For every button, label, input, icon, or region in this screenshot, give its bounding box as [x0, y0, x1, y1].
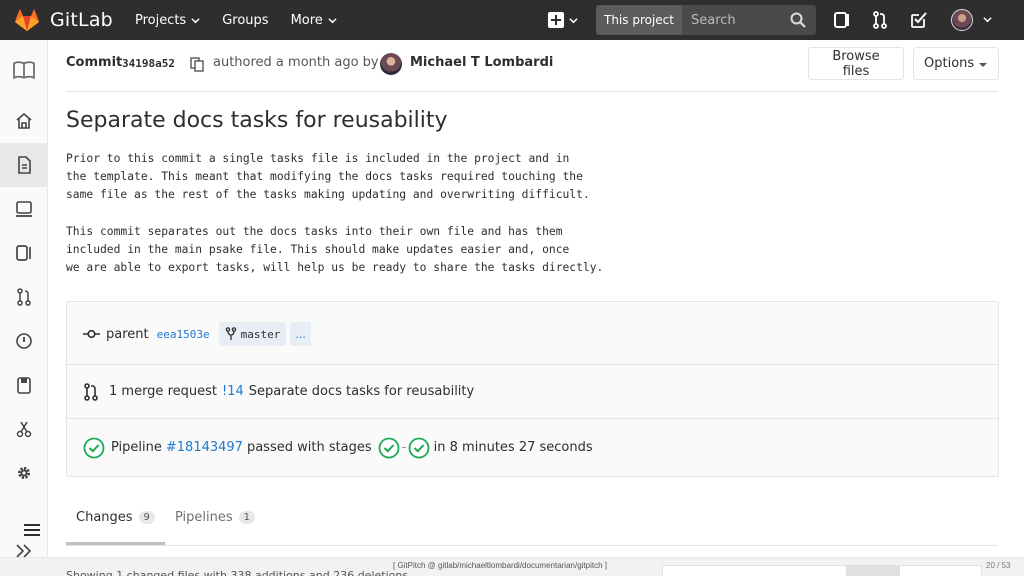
author-name[interactable]: Michael T Lombardi [410, 55, 553, 70]
options-label: Options [924, 56, 975, 71]
user-avatar[interactable] [951, 9, 973, 31]
footer-credit: [ GitPitch @ gitlab/michaeltlombardi/doc… [393, 561, 607, 570]
tab-changes-label: Changes [76, 510, 133, 525]
nav-projects-label: Projects [134, 12, 187, 28]
chevron-down-icon [328, 17, 337, 23]
issues-icon [16, 245, 31, 261]
diff-view-toggle[interactable] [662, 565, 982, 576]
pipeline-status-text: passed with stages [246, 440, 372, 455]
pipeline-label: Pipeline [111, 440, 162, 455]
pipeline-id-link[interactable]: #18143497 [166, 440, 243, 455]
changed-files-summary: Showing 1 changed files with 338 additio… [66, 569, 409, 576]
sidebar-item-snippets[interactable] [0, 407, 48, 451]
sidebar-item-settings[interactable] [0, 451, 48, 495]
chevron-down-icon [569, 17, 578, 23]
scissors-icon [16, 421, 32, 438]
merge-requests-icon[interactable] [870, 10, 890, 30]
gitlab-brand[interactable]: GitLab [14, 0, 113, 40]
hamburger-menu-icon[interactable] [24, 524, 40, 536]
parent-label: parent [106, 326, 149, 342]
sidebar-item-operations[interactable] [0, 363, 48, 407]
nav-more[interactable]: More [291, 13, 337, 28]
chevron-down-icon[interactable] [983, 15, 992, 24]
commit-info-box: parent eea1503e master ... 1 merge reque… [66, 301, 999, 477]
search-input[interactable] [690, 12, 796, 28]
commit-label: Commit [66, 55, 123, 70]
merge-request-icon [17, 288, 31, 306]
plus-icon [548, 12, 564, 28]
commit-node-icon [83, 329, 100, 339]
pipeline-row: Pipeline #18143497 passed with stages in… [67, 418, 998, 476]
sidebar-item-registry[interactable] [0, 187, 48, 231]
collapse-sidebar-icon[interactable] [16, 544, 32, 558]
nav-projects[interactable]: Projects [135, 13, 200, 28]
project-sidebar [0, 40, 48, 576]
top-navbar: GitLab Projects Groups More This project [0, 0, 1024, 40]
monitor-icon [16, 201, 32, 217]
tab-changes[interactable]: Changes 9 [76, 510, 155, 525]
nav-groups-label: Groups [222, 12, 269, 28]
tab-pipelines[interactable]: Pipelines 1 [175, 510, 256, 525]
branch-icon [225, 327, 236, 340]
stage-connector [401, 447, 406, 448]
tab-changes-count: 9 [138, 511, 155, 524]
stage-passed-icon[interactable] [378, 437, 400, 459]
tab-pipelines-label: Pipelines [175, 510, 233, 525]
brand-name: GitLab [50, 9, 113, 31]
nav-new-area [548, 0, 578, 40]
mr-ref-link[interactable]: !14 [222, 384, 244, 399]
diff-view-active-segment[interactable] [846, 566, 900, 576]
mr-count-text: 1 merge request [109, 384, 217, 399]
search-scope-badge[interactable]: This project [596, 5, 682, 35]
options-dropdown-button[interactable]: Options [913, 47, 999, 80]
sidebar-item-overview[interactable] [0, 99, 48, 143]
todos-icon[interactable] [909, 10, 929, 30]
mr-title: Separate docs tasks for reusability [248, 384, 475, 399]
search-icon[interactable] [790, 12, 806, 28]
authored-text: authored a month ago by [213, 55, 379, 70]
sidebar-item-ci-cd[interactable] [0, 319, 48, 363]
document-icon [18, 156, 31, 174]
sidebar-item-issues[interactable] [0, 231, 48, 275]
copy-clipboard-icon[interactable] [190, 57, 204, 72]
pipeline-duration: in 8 minutes 27 seconds [433, 440, 593, 455]
author-avatar[interactable] [380, 53, 402, 75]
chevron-down-icon [191, 17, 200, 23]
book-icon [13, 61, 35, 80]
commit-tabs: Changes 9 Pipelines 1 [66, 498, 998, 546]
nav-more-label: More [290, 12, 323, 28]
stage-passed-icon[interactable] [408, 437, 430, 459]
merge-request-row: 1 merge request !14 Separate docs tasks … [67, 364, 998, 418]
nav-groups[interactable]: Groups [222, 13, 268, 28]
commit-sha: 34198a52 [122, 57, 175, 70]
branch-chip[interactable]: master [218, 322, 287, 346]
search-box: This project [596, 5, 816, 35]
caret-down-icon [979, 63, 987, 67]
commit-header: Commit 34198a52 authored a month ago by … [66, 47, 999, 92]
pipeline-passed-icon[interactable] [83, 437, 105, 459]
sidebar-item-wiki-book[interactable] [0, 48, 48, 92]
merge-request-icon [84, 382, 98, 401]
parent-row: parent eea1503e master ... [67, 318, 998, 350]
commit-title: Separate docs tasks for reusability [66, 108, 448, 133]
home-icon [16, 112, 32, 129]
new-item-button[interactable] [548, 12, 578, 28]
slide-page-count: 20 / 53 [986, 561, 1011, 570]
clipboard-icon [17, 377, 31, 394]
more-refs-button[interactable]: ... [290, 322, 311, 346]
commit-description: Prior to this commit a single tasks file… [66, 152, 604, 275]
active-tab-underline [66, 542, 165, 545]
branch-name: master [240, 327, 281, 341]
rocket-gauge-icon [16, 333, 32, 349]
sidebar-item-merge-requests[interactable] [0, 275, 48, 319]
browse-files-button[interactable]: Browse files [808, 47, 904, 80]
tab-pipelines-count: 1 [238, 511, 256, 524]
sidebar-item-repository[interactable] [0, 143, 48, 187]
gitlab-logo-icon [15, 9, 39, 31]
gear-icon [18, 467, 30, 479]
parent-sha-link[interactable]: eea1503e [157, 328, 210, 341]
issues-icon[interactable] [832, 10, 852, 30]
